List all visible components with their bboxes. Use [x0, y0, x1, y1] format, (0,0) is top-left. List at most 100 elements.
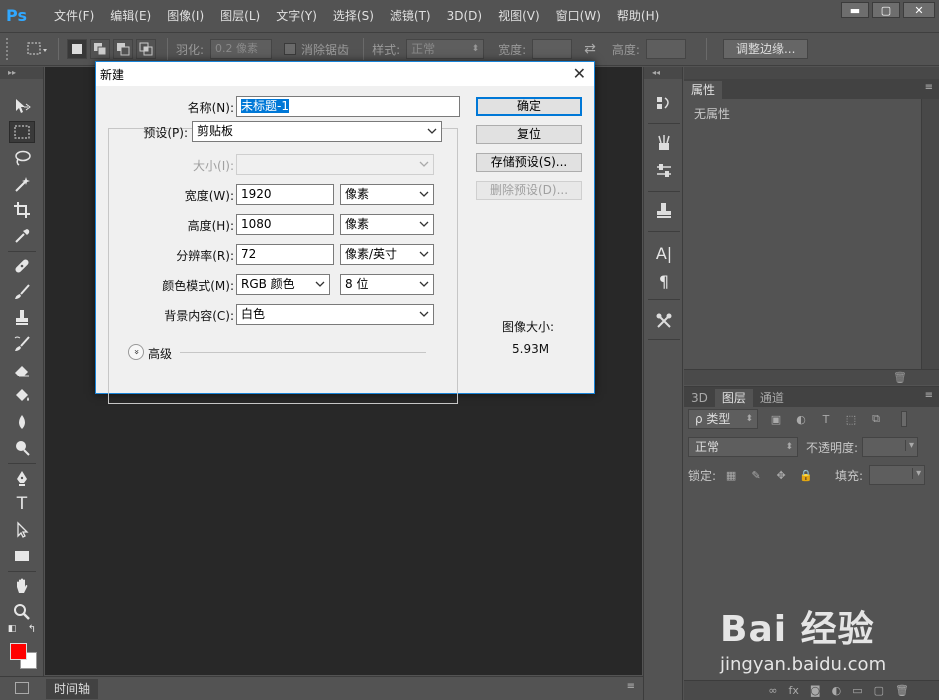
resolution-unit-select[interactable]: 像素/英寸	[340, 244, 434, 265]
menu-layer[interactable]: 图层(L)	[212, 0, 268, 32]
healing-brush-tool-icon[interactable]	[9, 255, 35, 277]
width-unit-select[interactable]: 像素	[340, 184, 434, 205]
clone-stamp-tool-icon[interactable]	[9, 307, 35, 329]
intersect-selection-mode[interactable]	[136, 39, 156, 59]
smart-object-filter-icon[interactable]: ⧉	[869, 412, 883, 426]
dodge-tool-icon[interactable]	[9, 437, 35, 459]
size-select[interactable]	[236, 154, 434, 175]
color-mode-select[interactable]: RGB 颜色	[236, 274, 330, 295]
brush-tool-icon[interactable]	[9, 281, 35, 303]
name-input[interactable]: 未标题-1	[236, 96, 460, 117]
reset-button[interactable]: 复位	[476, 125, 582, 144]
tab-channels[interactable]: 通道	[753, 389, 791, 407]
path-selection-tool-icon[interactable]	[9, 519, 35, 541]
preset-select[interactable]: 剪贴板	[192, 121, 442, 142]
delete-preset-button[interactable]: 删除预设(D)...	[476, 181, 582, 200]
paragraph-panel-icon[interactable]: ¶	[651, 269, 677, 293]
panel-menu-icon[interactable]: ≡	[925, 82, 933, 93]
antialias-checkbox[interactable]	[284, 43, 297, 55]
minimize-button[interactable]: ▬	[841, 2, 869, 18]
new-selection-mode[interactable]	[67, 39, 87, 59]
lock-pixels-icon[interactable]: ✎	[749, 468, 763, 482]
tool-presets-icon[interactable]	[651, 309, 677, 333]
blur-tool-icon[interactable]	[9, 411, 35, 433]
maximize-button[interactable]: ▢	[872, 2, 900, 18]
options-grip[interactable]	[6, 38, 14, 60]
tool-preset-picker[interactable]	[24, 38, 50, 60]
character-panel-icon[interactable]: A|	[651, 241, 677, 265]
width-input[interactable]	[532, 39, 573, 59]
tab-properties[interactable]: 属性	[684, 81, 723, 99]
menu-select[interactable]: 选择(S)	[325, 0, 382, 32]
magic-wand-tool-icon[interactable]	[9, 173, 35, 195]
blend-mode-select[interactable]: 正常	[688, 437, 798, 457]
fill-field[interactable]	[869, 465, 926, 485]
timeline-tab[interactable]: 时间轴	[46, 679, 99, 699]
layer-filter-select[interactable]: ρ 类型	[688, 409, 758, 429]
crop-tool-icon[interactable]	[9, 199, 35, 221]
background-select[interactable]: 白色	[236, 304, 434, 325]
resolution-input[interactable]: 72	[236, 244, 334, 265]
swap-icon[interactable]: ⇄	[584, 41, 596, 57]
pixel-filter-icon[interactable]: ▣	[769, 412, 783, 426]
subtract-selection-mode[interactable]	[113, 39, 133, 59]
height-input[interactable]	[645, 39, 686, 59]
feather-input[interactable]: 0.2 像素	[210, 39, 273, 59]
tab-3d[interactable]: 3D	[684, 389, 715, 407]
timeline-icon[interactable]	[15, 682, 29, 694]
toolbox-collapse-icon[interactable]: ▸▸	[0, 67, 43, 79]
add-selection-mode[interactable]	[90, 39, 110, 59]
menu-filter[interactable]: 滤镜(T)	[382, 0, 439, 32]
rectangular-marquee-tool-icon[interactable]	[9, 121, 35, 143]
trash-icon[interactable]: 🗑	[893, 371, 907, 384]
move-tool-icon[interactable]	[9, 95, 35, 117]
menu-window[interactable]: 窗口(W)	[548, 0, 609, 32]
rectangle-tool-icon[interactable]	[9, 545, 35, 567]
panel-menu-icon[interactable]: ≡	[627, 681, 635, 692]
ok-button[interactable]: 确定	[476, 97, 582, 116]
advanced-toggle[interactable]: »	[128, 344, 144, 360]
panel-collapse-icon[interactable]	[684, 67, 939, 79]
height-input[interactable]: 1080	[236, 214, 334, 235]
width-input[interactable]: 1920	[236, 184, 334, 205]
lock-position-icon[interactable]: ✥	[774, 468, 788, 482]
menu-edit[interactable]: 编辑(E)	[102, 0, 159, 32]
type-tool-icon[interactable]: T	[9, 493, 35, 515]
history-brush-tool-icon[interactable]	[9, 333, 35, 355]
history-panel-icon[interactable]	[651, 91, 677, 115]
menu-help[interactable]: 帮助(H)	[609, 0, 667, 32]
lock-transparent-icon[interactable]: ▦	[724, 468, 738, 482]
panel-menu-icon[interactable]: ≡	[925, 390, 933, 401]
advanced-label[interactable]: 高级	[148, 345, 172, 362]
menu-3d[interactable]: 3D(D)	[439, 0, 490, 32]
close-button[interactable]: ✕	[903, 2, 935, 18]
menu-image[interactable]: 图像(I)	[159, 0, 212, 32]
type-filter-icon[interactable]: T	[819, 412, 833, 426]
menu-file[interactable]: 文件(F)	[46, 0, 102, 32]
eyedropper-tool-icon[interactable]	[9, 225, 35, 247]
close-icon[interactable]: ✕	[573, 64, 586, 83]
menu-view[interactable]: 视图(V)	[490, 0, 548, 32]
shape-filter-icon[interactable]: ⬚	[844, 412, 858, 426]
save-preset-button[interactable]: 存储预设(S)...	[476, 153, 582, 172]
tab-layers[interactable]: 图层	[714, 389, 753, 407]
adjustment-filter-icon[interactable]: ◐	[794, 412, 808, 426]
bit-depth-select[interactable]: 8 位	[340, 274, 434, 295]
hand-tool-icon[interactable]	[9, 575, 35, 597]
clone-source-icon[interactable]	[651, 199, 677, 223]
default-colors-icon[interactable]: ◧	[6, 623, 18, 635]
properties-scrollbar[interactable]	[921, 99, 939, 369]
foreground-color-swatch[interactable]	[10, 643, 27, 660]
strip-collapse-icon[interactable]: ◂◂	[644, 67, 682, 79]
opacity-field[interactable]	[862, 437, 919, 457]
lasso-tool-icon[interactable]	[9, 147, 35, 169]
pen-tool-icon[interactable]	[9, 467, 35, 489]
lock-all-icon[interactable]: 🔒	[799, 468, 813, 482]
height-unit-select[interactable]: 像素	[340, 214, 434, 235]
adjustments-sliders-icon[interactable]	[651, 159, 677, 183]
menu-type[interactable]: 文字(Y)	[268, 0, 325, 32]
zoom-tool-icon[interactable]	[9, 601, 35, 623]
eraser-tool-icon[interactable]	[9, 359, 35, 381]
style-select[interactable]: 正常	[406, 39, 485, 59]
refine-edge-button[interactable]: 调整边缘...	[722, 39, 809, 59]
